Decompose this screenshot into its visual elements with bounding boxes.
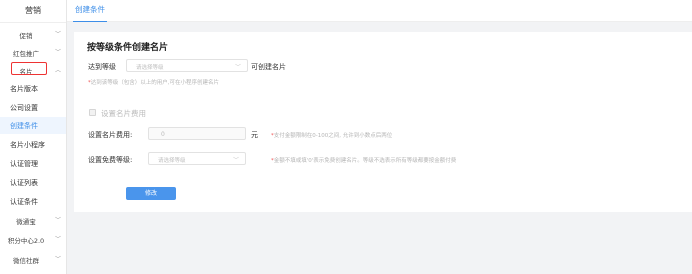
- free-level-select[interactable]: 请选择等级 ﹀: [148, 152, 246, 165]
- chevron-down-icon: ﹀: [54, 256, 61, 263]
- sidebar-item-label: 认证管理: [10, 160, 38, 168]
- submit-button[interactable]: 修改: [126, 187, 176, 200]
- sidebar-item-label: 认证列表: [10, 179, 38, 187]
- sidebar-item-cert-management[interactable]: 认证管理: [0, 155, 66, 172]
- fee-hint-text: 支付金额限制在0-100之间, 允许到小数点后两位: [273, 133, 393, 139]
- sidebar-group-points-center[interactable]: 积分中心2.0 ﹀: [0, 231, 66, 248]
- chevron-down-icon: ﹀: [54, 217, 61, 224]
- sidebar-item-label: 公司设置: [10, 104, 38, 112]
- level-hint: *达到该等级（包含）以上的用户,可在小程序创建名片: [88, 78, 219, 86]
- fee-checkbox-label: 设置名片费用: [101, 109, 146, 118]
- sidebar-group-label: 积分中心2.0: [7, 237, 45, 245]
- chevron-down-icon: ﹀: [234, 64, 241, 71]
- sidebar-item-cert-list[interactable]: 认证列表: [0, 174, 66, 191]
- sidebar-group-wechat-community[interactable]: 微信社群 ﹀: [0, 251, 66, 268]
- sidebar-item-company-settings[interactable]: 公司设置: [0, 99, 66, 116]
- level-select[interactable]: 请选择等级 ﹀: [126, 59, 248, 72]
- sidebar-group-label: 促销: [19, 32, 33, 40]
- top-tab-bar: 创建条件: [67, 0, 692, 23]
- sidebar-group-red-packet[interactable]: 红包推广 ﹀: [0, 44, 66, 61]
- sidebar-group-label: 微信社群: [13, 257, 39, 265]
- sidebar-title: 营销: [0, 0, 66, 23]
- level-suffix: 可创建名片: [251, 63, 286, 71]
- fee-input[interactable]: 0: [148, 127, 246, 140]
- fee-hint: *支付金额限制在0-100之间, 允许到小数点后两位: [271, 131, 392, 139]
- sidebar-group-label: 红包推广: [13, 50, 39, 58]
- fee-input-value: 0: [161, 131, 165, 138]
- chevron-down-icon: ﹀: [54, 49, 61, 56]
- sidebar-item-card-miniprogram[interactable]: 名片小程序: [0, 136, 66, 153]
- fee-label: 设置名片费用:: [88, 131, 133, 139]
- free-level-hint: *金额不填或填'0'表示免费创建名片。等级不选表示所有等级都要按金额付费: [271, 156, 456, 164]
- sidebar-item-label: 创建条件: [10, 122, 38, 130]
- form-title: 按等级条件创建名片: [87, 43, 169, 53]
- chevron-down-icon: ﹀: [54, 31, 61, 38]
- sidebar-group-weitongbao[interactable]: 微通宝 ﹀: [0, 212, 66, 229]
- sidebar-item-label: 认证条件: [10, 198, 38, 206]
- level-label: 达到等级: [88, 63, 116, 71]
- highlight-box: [11, 62, 47, 75]
- sidebar-group-promotion[interactable]: 促销 ﹀: [0, 26, 66, 43]
- level-hint-text: 达到该等级（包含）以上的用户,可在小程序创建名片: [90, 80, 220, 86]
- chevron-down-icon: ﹀: [232, 157, 239, 164]
- sidebar-group-label: 微通宝: [16, 218, 36, 226]
- sidebar-item-label: 名片小程序: [10, 141, 45, 149]
- sidebar-item-card-version[interactable]: 名片版本: [0, 80, 66, 97]
- sidebar-item-create-conditions[interactable]: 创建条件: [0, 117, 66, 134]
- sidebar-item-cert-conditions[interactable]: 认证条件: [0, 193, 66, 210]
- chevron-up-icon: ︿: [54, 67, 61, 74]
- sidebar-item-label: 名片版本: [10, 85, 38, 93]
- chevron-down-icon: ﹀: [54, 236, 61, 243]
- level-select-placeholder: 请选择等级: [136, 65, 164, 71]
- tab-create-conditions[interactable]: 创建条件: [73, 0, 107, 23]
- free-level-placeholder: 请选择等级: [158, 158, 186, 164]
- free-level-label: 设置免费等级:: [88, 156, 133, 164]
- fee-checkbox[interactable]: [89, 109, 96, 116]
- sidebar: 营销 促销 ﹀ 红包推广 ﹀ 名片 ︿ 名片版本 公司设置 创建条件 名片小程序…: [0, 0, 67, 274]
- fee-unit: 元: [251, 131, 258, 139]
- free-level-hint-text: 金额不填或填'0'表示免费创建名片。等级不选表示所有等级都要按金额付费: [273, 158, 457, 164]
